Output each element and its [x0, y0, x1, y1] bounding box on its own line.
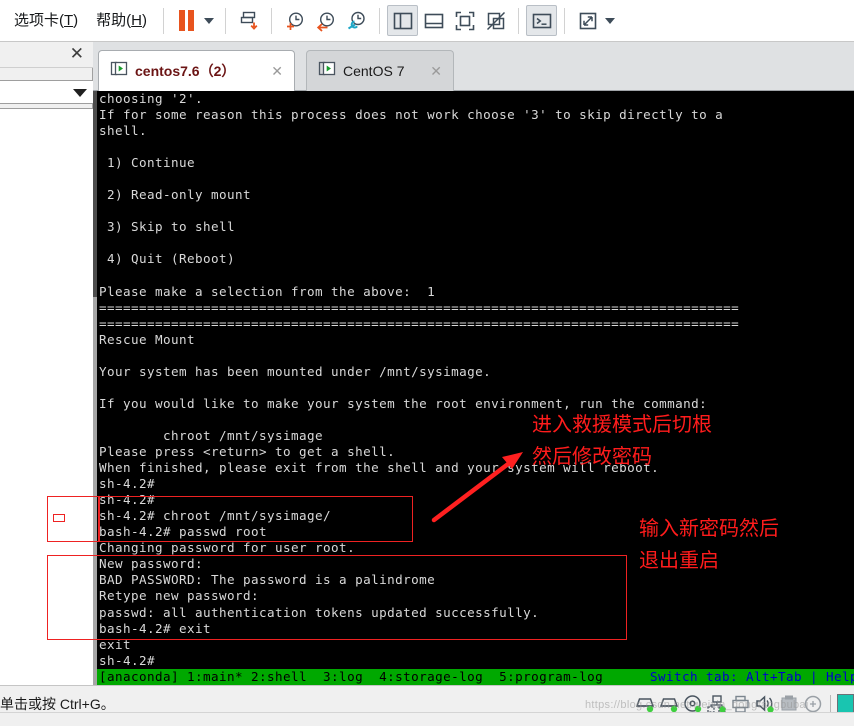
- note-password-line2: 退出重启: [639, 548, 719, 572]
- stretch-arrows-icon: [577, 10, 599, 32]
- tab-title: CentOS 7: [343, 63, 426, 79]
- tab-title: centos7.6（2）: [135, 61, 267, 81]
- library-tree[interactable]: [0, 108, 94, 685]
- snapshot-manager-button[interactable]: [341, 5, 372, 36]
- fullscreen-button[interactable]: [449, 5, 480, 36]
- toolbar-separator: [518, 8, 519, 34]
- red-arrow: [424, 440, 534, 535]
- terminal-prompt-icon: [531, 10, 553, 32]
- note-chroot-2: 然后修改密码: [532, 443, 652, 470]
- library-header: ✕: [0, 42, 93, 68]
- vmware-workstation-window: 选项卡(T) 帮助(H): [0, 0, 854, 726]
- vm-powered-on-icon: [318, 60, 336, 83]
- chevron-down-icon: [204, 18, 214, 24]
- note-chroot-line2: 然后修改密码: [532, 444, 652, 468]
- toolbar: 选项卡(T) 帮助(H): [0, 0, 854, 42]
- take-snapshot-icon: [237, 9, 261, 33]
- tmux-help-hint: Switch tab: Alt+Tab | Help: F1: [650, 669, 854, 685]
- close-icon[interactable]: ✕: [426, 64, 446, 78]
- console-view-button[interactable]: [526, 5, 557, 36]
- vm-console[interactable]: choosing '2'. If for some reason this pr…: [93, 91, 854, 685]
- toolbar-separator: [379, 8, 380, 34]
- snapshot-plus-icon: [283, 9, 307, 33]
- toolbar-separator: [564, 8, 565, 34]
- pause-icon: [179, 10, 194, 31]
- note-password-line1: 输入新密码然后: [639, 516, 779, 540]
- stretch-view-button[interactable]: [572, 5, 603, 36]
- tray-separator: [830, 695, 831, 714]
- stretch-dropdown-button[interactable]: [603, 5, 619, 36]
- snapshot-button[interactable]: [233, 5, 264, 36]
- revert-snapshot-button[interactable]: [310, 5, 341, 36]
- tmux-window-list: [anaconda] 1:main* 2:shell 3:log 4:stora…: [99, 669, 603, 685]
- tab-centos76-2[interactable]: centos7.6（2） ✕: [98, 50, 295, 91]
- tab-centos7[interactable]: CentOS 7 ✕: [306, 50, 454, 91]
- chevron-down-icon: [73, 89, 87, 97]
- tmux-status-bar: [anaconda] 1:main* 2:shell 3:log 4:stora…: [97, 669, 854, 685]
- unity-mode-icon: [485, 10, 507, 32]
- horizontal-scrollbar[interactable]: [0, 712, 854, 726]
- take-snapshot-button[interactable]: [279, 5, 310, 36]
- note-chroot: 进入救援模式后切根: [532, 411, 712, 438]
- toolbar-separator: [271, 8, 272, 34]
- vm-powered-on-icon: [110, 60, 128, 83]
- note-password-2: 退出重启: [639, 547, 719, 574]
- toolbar-separator: [163, 8, 164, 34]
- split-panel-icon: [392, 10, 414, 32]
- terminal-scrollbar[interactable]: [93, 91, 97, 685]
- menu-tabs[interactable]: 选项卡(T): [5, 11, 87, 31]
- unity-mode-button[interactable]: [480, 5, 511, 36]
- close-icon[interactable]: ✕: [70, 45, 84, 63]
- fullscreen-icon: [454, 10, 476, 32]
- show-library-button[interactable]: [387, 5, 418, 36]
- note-password: 输入新密码然后: [639, 515, 779, 542]
- snapshot-manage-icon: [345, 9, 369, 33]
- watermark: https://blog.csdn.net/weixin_dongfangbub…: [585, 699, 809, 711]
- show-thumbnail-bar-button[interactable]: [418, 5, 449, 36]
- close-icon[interactable]: ✕: [267, 64, 287, 78]
- toolbar-separator: [225, 8, 226, 34]
- library-filter-dropdown[interactable]: [0, 80, 94, 104]
- snapshot-revert-icon: [314, 9, 338, 33]
- chevron-down-icon: [605, 18, 615, 24]
- note-chroot-line1: 进入救援模式后切根: [532, 412, 712, 436]
- library-panel: ✕: [0, 42, 93, 685]
- pause-button[interactable]: [171, 5, 202, 36]
- grab-input-hint: 单击或按 Ctrl+G。: [0, 694, 115, 714]
- terminal-output: choosing '2'. If for some reason this pr…: [99, 91, 849, 669]
- bottom-panel-icon: [423, 10, 445, 32]
- vm-tab-strip: centos7.6（2） ✕ CentOS 7 ✕: [93, 42, 854, 91]
- menu-help[interactable]: 帮助(H): [87, 11, 156, 31]
- pause-dropdown-button[interactable]: [202, 5, 218, 36]
